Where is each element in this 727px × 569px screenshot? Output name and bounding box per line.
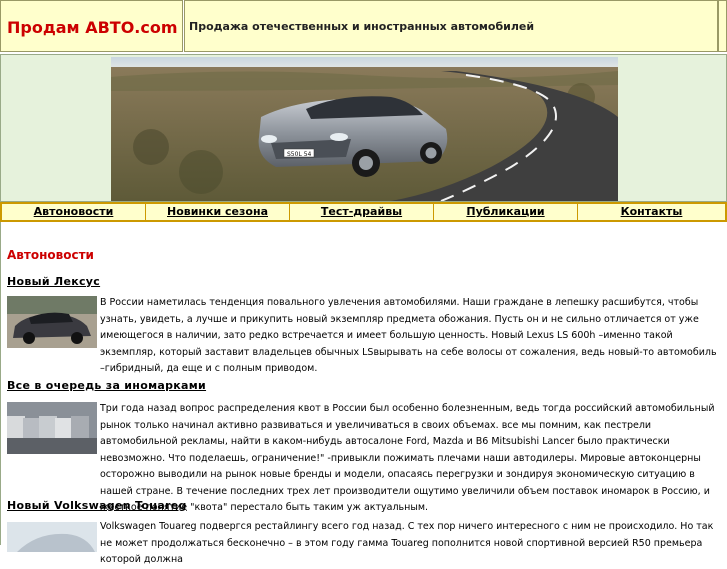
logo-cell[interactable]: Продам АВТО.com — [0, 0, 183, 52]
article-image-imports[interactable] — [7, 402, 97, 454]
article-title-imports[interactable]: Все в очередь за иномарками — [7, 379, 206, 392]
site-tagline: Продажа отечественных и иностранных авто… — [189, 20, 535, 33]
nav-autonews[interactable]: Автоновости — [2, 204, 146, 220]
main-nav: Автоновости Новинки сезона Тест-драйвы П… — [0, 202, 727, 222]
article-text-imports: Три года назад вопрос распределения квот… — [100, 403, 715, 513]
article-text-lexus: В России наметилась тенденция повального… — [100, 297, 717, 374]
article-title-touareg[interactable]: Новый Volkswagen Touareg — [7, 499, 187, 512]
banner-image: S50L 54 — [111, 57, 618, 201]
site-logo[interactable]: Продам АВТО.com — [7, 18, 178, 37]
article-image-touareg[interactable] — [7, 522, 97, 552]
article-image-lexus[interactable] — [7, 296, 97, 348]
nav-contacts[interactable]: Контакты — [578, 204, 725, 220]
article-title-lexus[interactable]: Новый Лексус — [7, 275, 100, 288]
nav-season-novelties[interactable]: Новинки сезона — [146, 204, 290, 220]
header-edge — [718, 0, 727, 52]
nav-publications[interactable]: Публикации — [434, 204, 578, 220]
main-content: Автоновости Новый Лексус В России намети… — [0, 222, 727, 565]
site-header: Продам АВТО.com Продажа отечественных и … — [0, 0, 727, 54]
section-title: Автоновости — [7, 248, 94, 262]
tagline-cell: Продажа отечественных и иностранных авто… — [184, 0, 718, 52]
article-text-touareg: Volkswagen Touareg подвергся рестайлингу… — [100, 521, 714, 565]
banner-row: S50L 54 — [0, 54, 727, 202]
license-plate-text: S50L 54 — [287, 151, 312, 158]
nav-test-drives[interactable]: Тест-драйвы — [290, 204, 434, 220]
